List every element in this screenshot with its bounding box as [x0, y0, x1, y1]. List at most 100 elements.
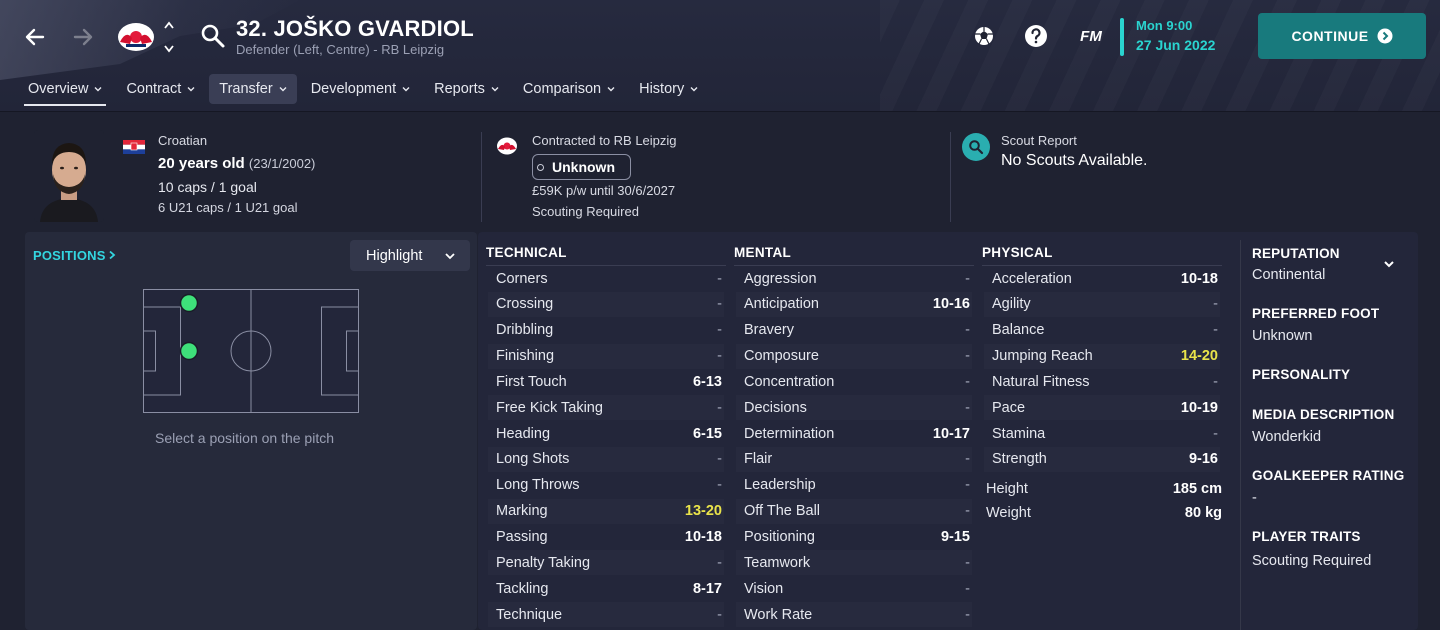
tab-development[interactable]: Development [301, 74, 420, 104]
attribute-row[interactable]: Crossing - [488, 291, 724, 317]
attribute-row[interactable]: Balance - [984, 318, 1220, 343]
attribute-row[interactable]: Agility - [984, 291, 1220, 317]
tab-label: Reports [434, 81, 485, 97]
croatia-flag-icon [123, 140, 145, 154]
nationality-label[interactable]: Croatian [158, 133, 207, 148]
positions-link[interactable]: POSITIONS [33, 248, 117, 263]
attribute-row[interactable]: Marking 13-20 [488, 498, 724, 524]
tab-comparison[interactable]: Comparison [513, 74, 625, 104]
position-dot-left-back[interactable] [179, 293, 199, 313]
scout-search-icon[interactable] [962, 133, 990, 161]
attribute-row[interactable]: Determination 10-17 [736, 421, 972, 446]
attribute-row[interactable]: Penalty Taking - [488, 550, 724, 576]
chevron-down-icon[interactable] [1383, 258, 1395, 270]
media-description-title: MEDIA DESCRIPTION [1252, 407, 1395, 422]
attribute-row[interactable]: Teamwork - [736, 550, 972, 576]
highlight-dropdown[interactable]: Highlight [350, 240, 470, 271]
position-dot-centre-back[interactable] [179, 341, 199, 361]
pitch-diagram[interactable] [143, 289, 359, 413]
attribute-value: - [717, 554, 722, 571]
attribute-row[interactable]: Passing 10-18 [488, 525, 724, 550]
contracted-to-label[interactable]: Contracted to RB Leipzig [532, 133, 677, 148]
preferred-foot-value: Unknown [1252, 328, 1313, 344]
attribute-value: - [717, 270, 722, 287]
fm-logo[interactable]: FM [1074, 22, 1108, 50]
attribute-row[interactable]: Heading 6-15 [488, 421, 724, 446]
club-badge-small-icon[interactable] [496, 136, 518, 156]
attribute-row[interactable]: Composure - [736, 343, 972, 369]
mental-heading: MENTAL [734, 245, 792, 260]
attribute-row[interactable]: Strength 9-16 [984, 446, 1220, 472]
positions-label: POSITIONS [33, 248, 106, 263]
attribute-name: Strength [992, 451, 1047, 468]
attribute-row[interactable]: First Touch 6-13 [488, 369, 724, 394]
attribute-row[interactable]: Vision - [736, 576, 972, 601]
tab-reports[interactable]: Reports [424, 74, 509, 104]
tab-label: Overview [28, 81, 89, 97]
tab-label: Transfer [219, 81, 273, 97]
attribute-row[interactable]: Pace 10-19 [984, 395, 1220, 421]
contract-status-badge: Unknown [532, 154, 631, 180]
tab-overview[interactable]: Overview [18, 74, 112, 106]
attribute-name: Tackling [496, 580, 549, 597]
attribute-value: - [965, 606, 970, 623]
player-photo [34, 130, 104, 222]
attribute-row[interactable]: Free Kick Taking - [488, 395, 724, 421]
help-icon[interactable] [1022, 22, 1050, 50]
attribute-name: Passing [496, 529, 548, 545]
attribute-row[interactable]: Corners - [488, 266, 724, 291]
chevron-down-icon [402, 87, 410, 92]
attribute-row[interactable]: Long Shots - [488, 446, 724, 472]
attribute-name: Height [986, 480, 1028, 497]
attribute-row[interactable]: Concentration - [736, 369, 972, 394]
chevron-down-icon[interactable] [163, 44, 175, 54]
attribute-value: - [1213, 425, 1218, 442]
attribute-row[interactable]: Work Rate - [736, 602, 972, 628]
scouting-required-label: Scouting Required [532, 204, 639, 219]
attribute-name: Work Rate [744, 606, 813, 623]
pitch-hint: Select a position on the pitch [155, 430, 335, 446]
attribute-row[interactable]: Bravery - [736, 318, 972, 343]
attribute-name: Crossing [496, 296, 554, 313]
player-cycle-arrows[interactable] [160, 20, 178, 54]
attribute-row[interactable]: Leadership - [736, 473, 972, 498]
attribute-name: Off The Ball [744, 503, 821, 520]
attribute-row[interactable]: Flair - [736, 446, 972, 472]
attribute-row[interactable]: Natural Fitness - [984, 369, 1220, 394]
football-icon[interactable] [970, 22, 998, 50]
technical-heading: TECHNICAL [486, 245, 567, 260]
attribute-row[interactable]: Off The Ball - [736, 498, 972, 524]
attribute-value: 80 kg [1184, 504, 1222, 521]
chevron-up-icon[interactable] [163, 20, 175, 30]
attribute-row[interactable]: Anticipation 10-16 [736, 291, 972, 317]
attribute-row-height[interactable]: Height 185 cm [986, 476, 1222, 501]
search-icon[interactable] [200, 23, 226, 49]
attribute-row[interactable]: Stamina - [984, 421, 1220, 446]
forward-arrow-icon[interactable] [68, 22, 98, 52]
attribute-row[interactable]: Technique - [488, 602, 724, 628]
attribute-row[interactable]: Dribbling - [488, 318, 724, 343]
attribute-row[interactable]: Aggression - [736, 266, 972, 291]
attribute-row-weight[interactable]: Weight 80 kg [986, 500, 1222, 525]
reputation-value: Continental [1252, 267, 1326, 283]
attribute-row[interactable]: Finishing - [488, 343, 724, 369]
attribute-row[interactable]: Tackling 8-17 [488, 576, 724, 601]
attribute-row[interactable]: Acceleration 10-18 [984, 266, 1220, 291]
continue-label: CONTINUE [1291, 28, 1369, 44]
attribute-value: 10-17 [932, 425, 970, 442]
attribute-name: Aggression [744, 270, 817, 287]
back-arrow-icon[interactable] [20, 22, 50, 52]
tab-label: Contract [126, 81, 182, 97]
attribute-row[interactable]: Positioning 9-15 [736, 525, 972, 550]
attribute-value: - [1213, 373, 1218, 390]
continue-button[interactable]: CONTINUE [1258, 13, 1426, 59]
tab-history[interactable]: History [629, 74, 708, 104]
attribute-row[interactable]: Long Throws - [488, 473, 724, 498]
tab-transfer[interactable]: Transfer [209, 74, 297, 104]
attribute-name: Stamina [992, 425, 1046, 442]
attribute-value: 10-16 [932, 296, 970, 313]
tab-contract[interactable]: Contract [116, 74, 205, 104]
attribute-row[interactable]: Jumping Reach 14-20 [984, 343, 1220, 369]
club-badge-icon[interactable] [116, 20, 156, 54]
attribute-row[interactable]: Decisions - [736, 395, 972, 421]
